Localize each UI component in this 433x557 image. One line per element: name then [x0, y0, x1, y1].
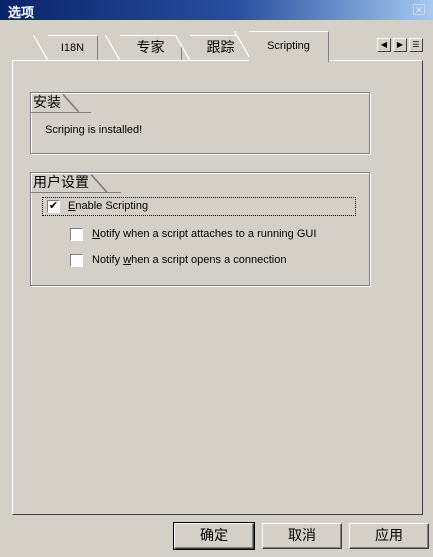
enable-scripting-checkbox[interactable]: ✔	[47, 200, 60, 213]
notify-attach-checkbox[interactable]	[70, 228, 83, 241]
notify-attach-label[interactable]: Notify when a script attaches to a runni…	[92, 228, 316, 240]
notify-attach-label-rest: otify when a script attaches to a runnin…	[99, 228, 317, 240]
ok-button[interactable]: 确定	[173, 522, 255, 550]
tab-scroll-left-icon[interactable]: ◀	[377, 38, 391, 52]
tab-expert[interactable]: 专家	[105, 35, 182, 61]
notify-attach-mnemonic: N	[92, 228, 100, 240]
close-icon[interactable]: ✕	[413, 4, 425, 15]
notify-connection-label-prefix: Notify	[92, 254, 124, 266]
tab-scroll-right-icon[interactable]: ▶	[393, 38, 407, 52]
enable-scripting-label-rest: nable Scripting	[75, 200, 149, 212]
tab-strip: I18N 专家 跟踪 Scripting	[30, 31, 330, 62]
enable-scripting-label[interactable]: Enable Scripting	[68, 200, 148, 212]
tab-expert-label: 专家	[136, 40, 165, 56]
tab-scripting[interactable]: Scripting	[234, 31, 329, 62]
check-mark-icon: ✔	[48, 200, 59, 212]
notify-connection-label[interactable]: Notify when a script opens a connection	[92, 254, 286, 266]
install-group-title: 安装	[33, 94, 81, 112]
window-title: 选项	[8, 6, 35, 21]
user-settings-group-divider	[31, 192, 121, 193]
install-group: 安装 Scriping is installed!	[30, 92, 370, 154]
apply-button[interactable]: 应用	[349, 523, 429, 549]
tab-list-icon[interactable]: ☰	[409, 38, 423, 52]
tab-trace-label: 跟踪	[206, 40, 235, 56]
tab-scripting-label: Scripting	[267, 40, 310, 52]
tab-i18n-label: I18N	[60, 42, 85, 54]
notify-connection-mnemonic: w	[123, 254, 132, 266]
title-bar: 选项 ✕	[0, 0, 433, 21]
user-settings-group-title: 用户设置	[33, 174, 109, 192]
install-status-text: Scriping is installed!	[45, 124, 143, 136]
cancel-button[interactable]: 取消	[262, 523, 342, 549]
notify-connection-label-rest: hen a script opens a connection	[131, 254, 287, 266]
install-group-divider	[31, 112, 91, 113]
tab-i18n[interactable]: I18N	[33, 35, 98, 61]
notify-connection-checkbox[interactable]	[70, 254, 83, 267]
